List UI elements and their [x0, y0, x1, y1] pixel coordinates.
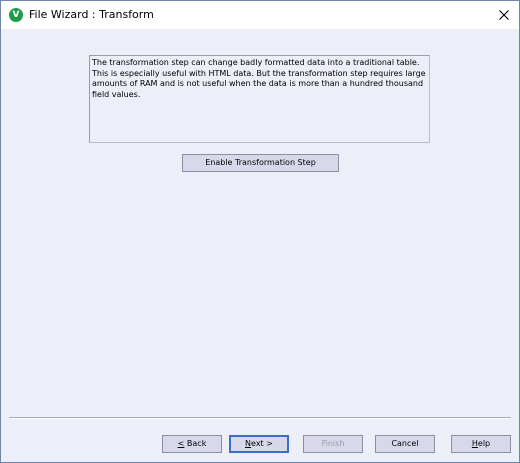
- help-button[interactable]: Help: [451, 435, 511, 453]
- close-button[interactable]: [489, 1, 519, 29]
- next-button[interactable]: Next >: [229, 435, 289, 453]
- transform-description-text: The transformation step can change badly…: [89, 55, 430, 143]
- back-label: Back: [184, 439, 207, 448]
- help-label: elp: [477, 439, 491, 448]
- next-label: ext >: [251, 439, 273, 448]
- window-title: File Wizard : Transform: [29, 8, 154, 21]
- wizard-content: The transformation step can change badly…: [1, 29, 519, 462]
- enable-transformation-button[interactable]: Enable Transformation Step: [182, 154, 339, 172]
- back-button[interactable]: < Back: [162, 435, 222, 453]
- finish-button[interactable]: Finish: [303, 435, 363, 453]
- file-wizard-dialog: V File Wizard : Transform The transforma…: [0, 0, 520, 463]
- app-logo-icon: V: [9, 8, 23, 22]
- footer-divider: [9, 417, 511, 419]
- cancel-button[interactable]: Cancel: [375, 435, 435, 453]
- close-icon: [499, 10, 509, 20]
- title-bar: V File Wizard : Transform: [1, 1, 519, 29]
